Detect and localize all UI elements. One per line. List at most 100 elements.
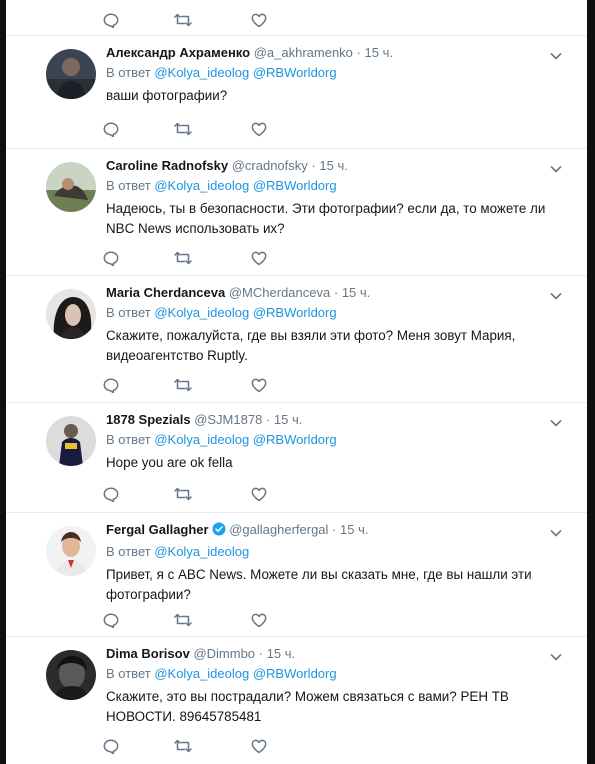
reply-icon[interactable] xyxy=(101,376,121,394)
reply-prefix: В ответ xyxy=(106,178,151,193)
mention-link[interactable]: @RBWorldorg xyxy=(253,666,337,681)
author-name[interactable]: Александр Ахраменко xyxy=(106,45,250,60)
tweet-action-bar xyxy=(101,611,301,629)
previous-tweet-actions xyxy=(6,0,587,36)
like-icon[interactable] xyxy=(249,120,269,138)
chevron-down-icon[interactable] xyxy=(549,649,563,661)
chevron-down-icon[interactable] xyxy=(549,48,563,60)
avatar[interactable] xyxy=(46,49,96,99)
tweet-text: Hope you are ok fella xyxy=(106,455,233,470)
verified-badge-icon xyxy=(212,522,226,541)
author-name[interactable]: Fergal Gallagher xyxy=(106,522,209,537)
reply-icon[interactable] xyxy=(101,611,121,629)
tweet-timestamp[interactable]: 15 ч. xyxy=(365,45,393,60)
retweet-icon[interactable] xyxy=(173,485,193,503)
mention-link[interactable]: @Kolya_ideolog xyxy=(154,178,249,193)
tweet-action-bar xyxy=(101,485,301,503)
author-handle[interactable]: @a_akhramenko xyxy=(254,45,353,60)
tweet-item[interactable]: Fergal Gallagher @gallagherfergal · 15 ч… xyxy=(6,513,587,637)
chevron-down-icon[interactable] xyxy=(549,288,563,300)
like-icon[interactable] xyxy=(249,11,269,29)
reply-prefix: В ответ xyxy=(106,666,151,681)
author-handle[interactable]: @cradnofsky xyxy=(232,158,308,173)
tweet-item[interactable]: Maria Cherdanceva @MCherdanceva · 15 ч. … xyxy=(6,276,587,403)
chevron-down-icon[interactable] xyxy=(549,161,563,173)
reply-icon[interactable] xyxy=(101,249,121,267)
like-icon[interactable] xyxy=(249,376,269,394)
separator-dot: · xyxy=(332,522,337,537)
mention-link[interactable]: @RBWorldorg xyxy=(253,432,337,447)
like-icon[interactable] xyxy=(249,485,269,503)
author-handle[interactable]: @Dimmbo xyxy=(193,646,255,661)
author-handle[interactable]: @MCherdanceva xyxy=(229,285,330,300)
tweet-timestamp[interactable]: 15 ч. xyxy=(267,646,295,661)
reply-context: В ответ @Kolya_ideolog @RBWorldorg xyxy=(106,64,566,82)
separator-dot: · xyxy=(311,158,316,173)
tweet-timestamp[interactable]: 15 ч. xyxy=(319,158,347,173)
tweet-timestamp[interactable]: 15 ч. xyxy=(340,522,368,537)
mention-link[interactable]: @Kolya_ideolog xyxy=(154,666,249,681)
tweet-text: Скажите, это вы пострадали? Можем связат… xyxy=(106,689,509,724)
reply-context: В ответ @Kolya_ideolog xyxy=(106,543,566,561)
author-name[interactable]: Dima Borisov xyxy=(106,646,190,661)
author-name[interactable]: 1878 Spezials xyxy=(106,412,191,427)
reply-icon[interactable] xyxy=(101,737,121,755)
reply-context: В ответ @Kolya_ideolog @RBWorldorg xyxy=(106,665,566,683)
mention-link[interactable]: @RBWorldorg xyxy=(253,178,337,193)
like-icon[interactable] xyxy=(249,737,269,755)
chevron-down-icon[interactable] xyxy=(549,525,563,537)
reply-context: В ответ @Kolya_ideolog @RBWorldorg xyxy=(106,304,566,322)
separator-dot: · xyxy=(356,45,361,60)
tweet-item[interactable]: Caroline Radnofsky @cradnofsky · 15 ч. В… xyxy=(6,149,587,276)
reply-prefix: В ответ xyxy=(106,305,151,320)
mention-link[interactable]: @Kolya_ideolog xyxy=(154,544,249,559)
tweet-item[interactable]: Dima Borisov @Dimmbo · 15 ч. В ответ @Ko… xyxy=(6,637,587,764)
avatar[interactable] xyxy=(46,289,96,339)
retweet-icon[interactable] xyxy=(173,611,193,629)
retweet-icon[interactable] xyxy=(173,120,193,138)
like-icon[interactable] xyxy=(249,249,269,267)
retweet-icon[interactable] xyxy=(173,11,193,29)
avatar[interactable] xyxy=(46,650,96,700)
tweet-action-bar xyxy=(101,120,301,138)
mention-link[interactable]: @RBWorldorg xyxy=(253,65,337,80)
mention-link[interactable]: @Kolya_ideolog xyxy=(154,432,249,447)
reply-prefix: В ответ xyxy=(106,65,151,80)
tweet-timestamp[interactable]: 15 ч. xyxy=(274,412,302,427)
mention-link[interactable]: @Kolya_ideolog xyxy=(154,65,249,80)
like-icon[interactable] xyxy=(249,611,269,629)
retweet-icon[interactable] xyxy=(173,737,193,755)
retweet-icon[interactable] xyxy=(173,376,193,394)
retweet-icon[interactable] xyxy=(173,249,193,267)
author-name[interactable]: Maria Cherdanceva xyxy=(106,285,225,300)
avatar[interactable] xyxy=(46,416,96,466)
window-frame-right xyxy=(587,0,595,764)
separator-dot: · xyxy=(258,646,263,661)
separator-dot: · xyxy=(265,412,271,427)
tweet-text: Скажите, пожалуйста, где вы взяли эти фо… xyxy=(106,328,516,363)
separator-dot: · xyxy=(333,285,339,300)
avatar[interactable] xyxy=(46,526,96,576)
tweet-item[interactable]: Александр Ахраменко @a_akhramenko · 15 ч… xyxy=(6,36,587,149)
tweet-timestamp[interactable]: 15 ч. xyxy=(342,285,370,300)
tweet-action-bar xyxy=(101,11,301,29)
tweet-text: ваши фотографии? xyxy=(106,88,228,103)
author-name[interactable]: Caroline Radnofsky xyxy=(106,158,228,173)
tweet-text: Надеюсь, ты в безопасности. Эти фотограф… xyxy=(106,201,546,236)
reply-prefix: В ответ xyxy=(106,432,151,447)
reply-icon[interactable] xyxy=(101,485,121,503)
reply-icon[interactable] xyxy=(101,11,121,29)
avatar[interactable] xyxy=(46,162,96,212)
mention-link[interactable]: @RBWorldorg xyxy=(253,305,337,320)
tweet-item[interactable]: 1878 Spezials @SJM1878 · 15 ч. В ответ @… xyxy=(6,403,587,513)
mention-link[interactable]: @Kolya_ideolog xyxy=(154,305,249,320)
reply-prefix: В ответ xyxy=(106,544,151,559)
tweet-action-bar xyxy=(101,249,301,267)
tweet-action-bar xyxy=(101,376,301,394)
reply-icon[interactable] xyxy=(101,120,121,138)
author-handle[interactable]: @gallagherfergal xyxy=(229,522,328,537)
tweet-action-bar xyxy=(101,737,301,755)
author-handle[interactable]: @SJM1878 xyxy=(194,412,262,427)
reply-context: В ответ @Kolya_ideolog @RBWorldorg xyxy=(106,431,566,449)
chevron-down-icon[interactable] xyxy=(549,415,563,427)
